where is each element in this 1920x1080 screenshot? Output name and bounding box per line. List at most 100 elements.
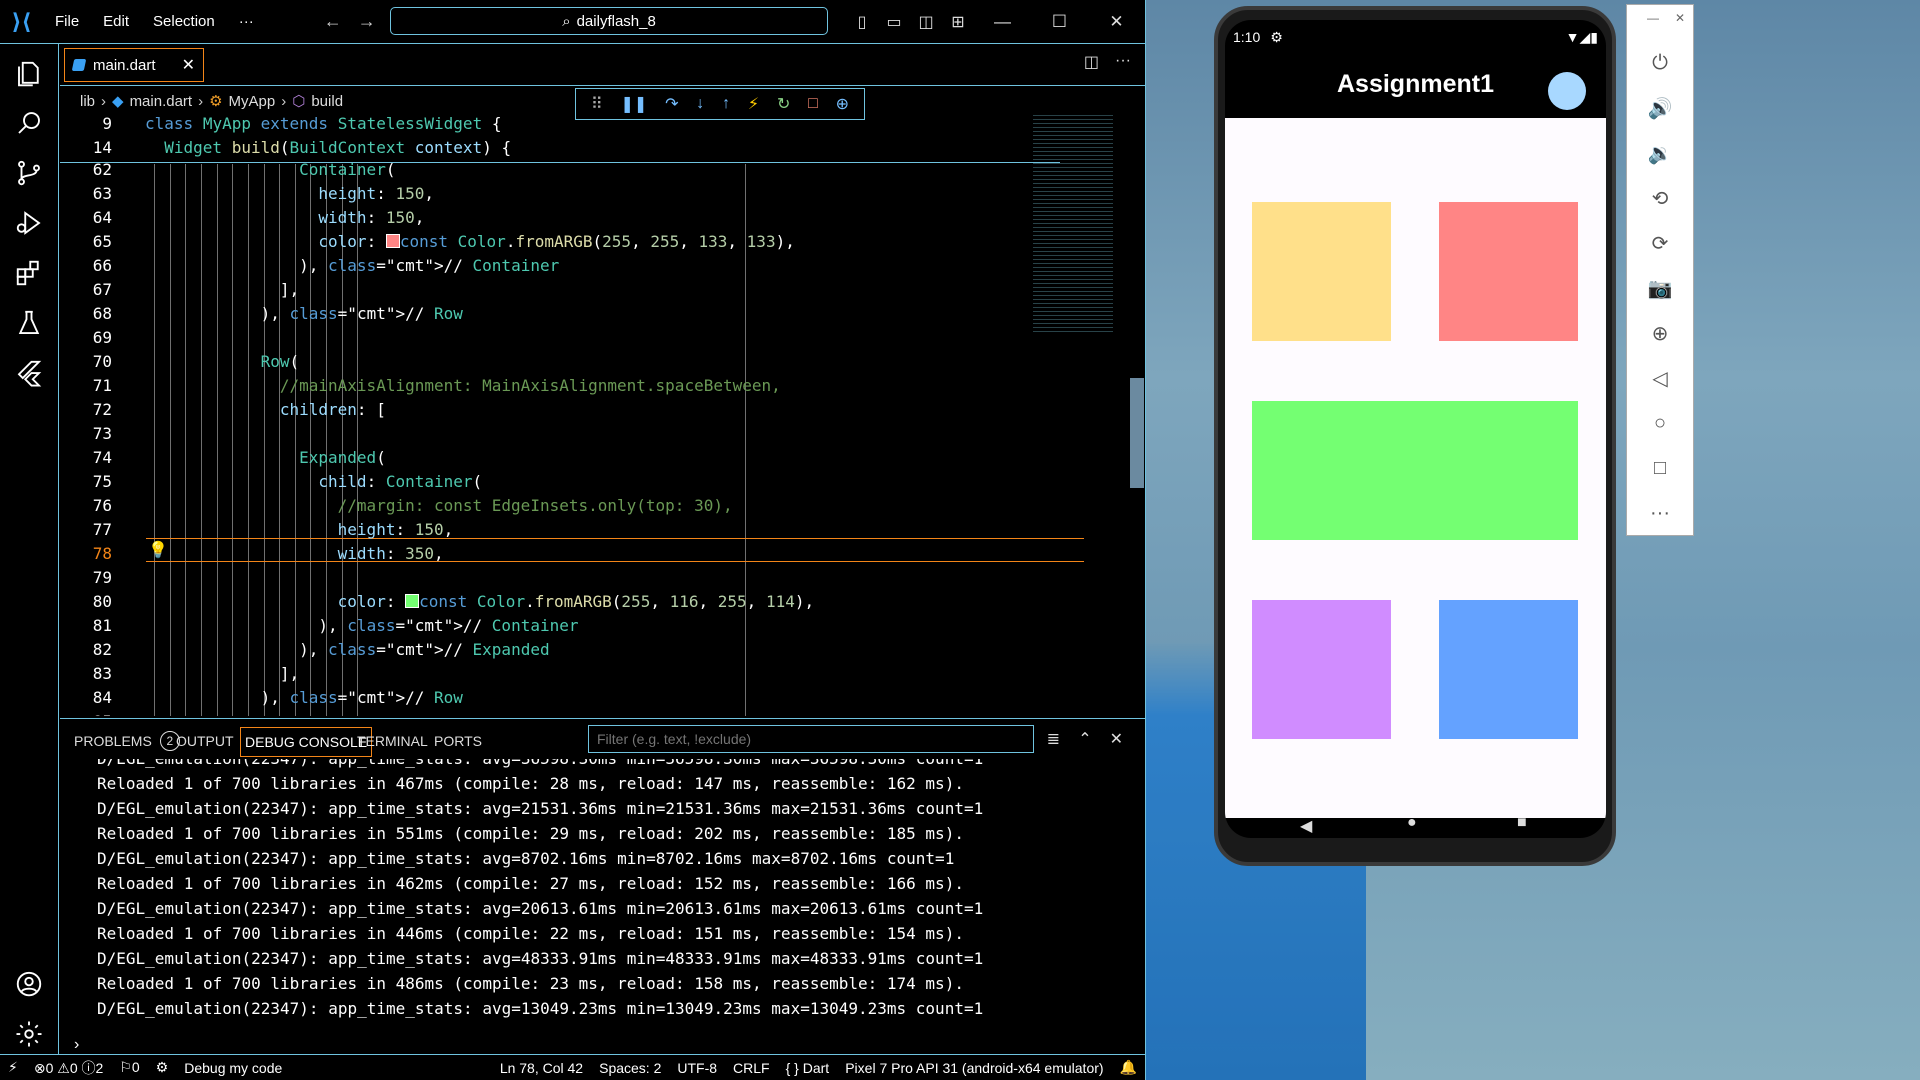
step-over-icon[interactable]: ↷ (665, 94, 678, 114)
more-actions-icon[interactable]: ··· (1115, 52, 1131, 72)
code-line: 62 Container( (60, 160, 1060, 184)
breadcrumb-lib[interactable]: lib (80, 93, 95, 110)
drag-handle-icon[interactable]: ⠿ (591, 94, 603, 114)
overview-icon[interactable]: □ (1627, 450, 1693, 486)
maximize-panel-icon[interactable]: ⌃ (1078, 729, 1091, 749)
minimize-icon[interactable]: — (974, 12, 1031, 32)
editor-scrollbar[interactable] (1130, 378, 1144, 488)
tab-main-dart[interactable]: main.dart ✕ (64, 48, 204, 82)
back-icon[interactable]: ◁ (1627, 360, 1693, 396)
rotate-left-icon[interactable]: ⟲ (1627, 180, 1693, 216)
accounts-icon[interactable] (0, 960, 58, 1008)
extensions-icon[interactable] (0, 249, 58, 297)
code-line: 82 ), class="cmt">// Expanded (60, 640, 1060, 664)
editor-tabs: main.dart ✕ ◫ ··· (60, 44, 1145, 86)
code-editor[interactable]: 9 class MyApp extends StatelessWidget {14… (60, 114, 1145, 716)
menu-edit[interactable]: Edit (91, 13, 141, 30)
code-line: 70 Row( (60, 352, 1060, 376)
device-selector[interactable]: Pixel 7 Pro API 31 (android-x64 emulator… (837, 1060, 1111, 1076)
line-number: 14 (92, 138, 112, 157)
menu-file[interactable]: File (43, 13, 91, 30)
code-text: child: Container( (318, 472, 483, 491)
back-arrow-icon[interactable]: ← (316, 11, 350, 32)
indentation[interactable]: Spaces: 2 (591, 1060, 669, 1076)
code-line: 84 ), class="cmt">// Row (60, 688, 1060, 712)
settings-gear-icon[interactable] (0, 1010, 58, 1058)
console-filter-input[interactable] (588, 725, 1034, 753)
pause-icon[interactable]: ❚❚ (620, 94, 647, 114)
encoding[interactable]: UTF-8 (669, 1060, 725, 1076)
minimap[interactable] (1033, 115, 1113, 335)
tab-output[interactable]: OUTPUT (172, 727, 238, 755)
stop-icon[interactable]: □ (808, 95, 818, 113)
split-editor-icon[interactable]: ◫ (1084, 52, 1099, 72)
toggle-secondary-sidebar-icon[interactable]: ◫ (910, 12, 942, 32)
language-mode[interactable]: { } Dart (778, 1060, 838, 1076)
toggle-sidebar-icon[interactable]: ▯ (846, 12, 878, 32)
source-control-icon[interactable] (0, 149, 58, 197)
cursor-position[interactable]: Ln 78, Col 42 (492, 1060, 591, 1076)
home-icon[interactable]: ○ (1627, 405, 1693, 441)
hot-reload-icon[interactable]: ⚡ (748, 94, 759, 114)
customize-layout-icon[interactable]: ⊞ (942, 12, 974, 32)
breadcrumb-file[interactable]: main.dart (130, 93, 193, 110)
chevron-right-icon[interactable]: › (74, 1036, 79, 1054)
power-icon[interactable]: ⏻ (1627, 45, 1693, 81)
minimize-icon[interactable]: — (1647, 11, 1659, 25)
clear-console-icon[interactable]: ≣ (1047, 729, 1060, 749)
code-line: 65 color: const Color.fromARGB(255, 255,… (60, 232, 1060, 256)
maximize-icon[interactable]: ☐ (1031, 12, 1088, 32)
notifications-bell-icon[interactable]: 🔔 (1112, 1059, 1145, 1076)
close-window-icon[interactable]: ✕ (1675, 11, 1685, 25)
close-window-icon[interactable]: ✕ (1088, 12, 1145, 32)
forward-arrow-icon[interactable]: → (350, 11, 384, 32)
phone-screen[interactable]: 1:10 ⚙ ▼◢▮ Assignment1 ◀ ● ■ (1225, 20, 1606, 838)
debug-console-output[interactable]: D/EGL_emulation(22347): app_time_stats: … (60, 759, 1145, 1031)
line-number: 83 (92, 664, 112, 683)
line-ending[interactable]: CRLF (725, 1060, 778, 1076)
more-icon[interactable]: ··· (1627, 495, 1693, 531)
breadcrumb: lib › ◆ main.dart › ⚙ MyApp › ⬡ build (60, 88, 343, 114)
lightbulb-icon[interactable]: 💡 (148, 540, 168, 559)
home-nav-icon[interactable]: ● (1407, 814, 1417, 832)
toggle-panel-icon[interactable]: ▭ (878, 12, 910, 32)
close-tab-icon[interactable]: ✕ (182, 55, 195, 75)
testing-icon[interactable] (0, 299, 58, 347)
step-out-icon[interactable]: ↑ (722, 95, 730, 113)
volume-up-icon[interactable]: 🔊 (1627, 90, 1693, 126)
command-center-search[interactable]: ⌕ dailyflash_8 (390, 7, 828, 35)
explorer-icon[interactable] (0, 50, 58, 98)
breadcrumb-method[interactable]: build (311, 93, 343, 110)
zoom-icon[interactable]: ⊕ (1627, 315, 1693, 351)
menu-more[interactable]: ··· (227, 13, 266, 30)
breadcrumb-class[interactable]: MyApp (229, 93, 276, 110)
remote-icon[interactable]: ⚡ (0, 1059, 26, 1076)
dart-file-icon (71, 59, 87, 71)
debug-config[interactable]: Debug my code (176, 1060, 290, 1076)
tab-ports[interactable]: PORTS (430, 727, 486, 755)
inspect-widget-icon[interactable]: ⊕ (836, 94, 849, 114)
step-into-icon[interactable]: ↓ (696, 95, 704, 113)
line-number: 81 (92, 616, 112, 635)
restart-icon[interactable]: ↻ (777, 94, 790, 114)
code-text: width: 150, (318, 208, 425, 227)
console-line: Reloaded 1 of 700 libraries in 551ms (co… (97, 824, 964, 843)
problems-status[interactable]: ⊗0 ⚠0 ⓘ2 (26, 1058, 111, 1078)
camera-icon[interactable]: 📷 (1627, 270, 1693, 306)
search-view-icon[interactable] (0, 99, 58, 147)
tab-problems[interactable]: PROBLEMS 2 (70, 727, 184, 755)
purple-container (1252, 600, 1391, 739)
flutter-icon[interactable] (0, 349, 58, 397)
back-nav-icon[interactable]: ◀ (1300, 816, 1312, 836)
console-line: Reloaded 1 of 700 libraries in 486ms (co… (97, 974, 964, 993)
menu-selection[interactable]: Selection (141, 13, 227, 30)
tab-terminal[interactable]: TERMINAL (353, 727, 432, 755)
recents-nav-icon[interactable]: ■ (1517, 814, 1527, 832)
avatar[interactable] (1548, 72, 1586, 110)
run-debug-icon[interactable] (0, 199, 58, 247)
rotate-right-icon[interactable]: ⟳ (1627, 225, 1693, 261)
code-text: ], (145, 280, 300, 299)
ports-status[interactable]: ⚐0 (111, 1059, 147, 1076)
volume-down-icon[interactable]: 🔉 (1627, 135, 1693, 171)
close-panel-icon[interactable]: ✕ (1110, 729, 1123, 749)
